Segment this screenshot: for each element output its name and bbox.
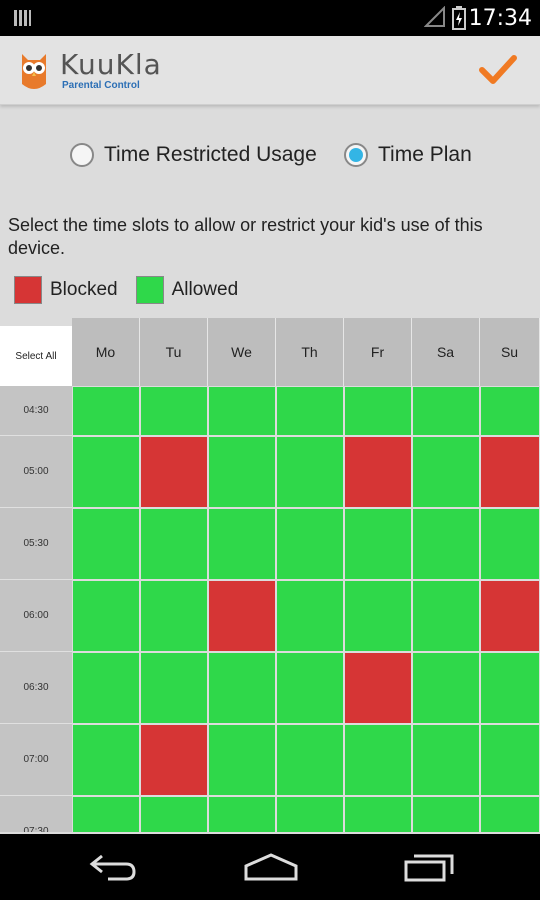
allowed-slot[interactable] [413,653,479,723]
allowed-slot[interactable] [481,509,539,579]
blocked-slot[interactable] [141,725,207,795]
allowed-slot[interactable] [73,437,139,507]
allowed-slot[interactable] [481,797,539,832]
allowed-slot[interactable] [481,387,539,435]
time-slot-label[interactable]: 06:30 [0,652,72,724]
allowed-slot[interactable] [141,581,207,651]
allowed-slot[interactable] [209,653,275,723]
blocked-swatch [14,276,42,304]
day-header-fr[interactable]: Fr [344,318,412,386]
app-subtitle: Parental Control [62,80,140,91]
allowed-slot[interactable] [345,797,411,832]
time-slot-label[interactable]: 07:30 [0,796,72,832]
confirm-check-icon[interactable] [478,52,518,88]
radio-label: Time Plan [378,143,472,166]
allowed-slot[interactable] [345,509,411,579]
radio-button[interactable] [70,143,94,167]
allowed-slot[interactable] [345,387,411,435]
allowed-slot[interactable] [345,725,411,795]
notification-icon [14,10,31,26]
navigation-bar [0,834,540,900]
allowed-slot[interactable] [413,581,479,651]
allowed-slot[interactable] [481,725,539,795]
blocked-slot[interactable] [209,581,275,651]
allowed-slot[interactable] [481,653,539,723]
back-icon[interactable] [88,852,138,882]
allowed-slot[interactable] [209,797,275,832]
allowed-slot[interactable] [209,387,275,435]
time-slot-label[interactable]: 05:30 [0,508,72,580]
status-bar: 17:34 [0,0,540,36]
time-slot-label[interactable]: 07:00 [0,724,72,796]
time-slot-label[interactable]: 06:00 [0,580,72,652]
allowed-slot[interactable] [141,653,207,723]
allowed-swatch [135,276,164,304]
home-icon[interactable] [244,852,298,882]
allowed-slot[interactable] [345,581,411,651]
day-header-sa[interactable]: Sa [412,318,480,386]
allowed-slot[interactable] [277,437,343,507]
allowed-slot[interactable] [141,509,207,579]
allowed-slot[interactable] [73,509,139,579]
allowed-slot[interactable] [413,509,479,579]
time-plan-grid: Select All Mo Tu We Th Fr Sa Su 04:30 05:00 05:30… [0,318,540,832]
allowed-slot[interactable] [209,437,275,507]
day-header-su[interactable]: Su [480,318,540,386]
blocked-slot[interactable] [345,653,411,723]
radio-label: Time Restricted Usage [104,143,317,166]
recents-icon[interactable] [404,852,456,882]
allowed-slot[interactable] [413,387,479,435]
allowed-slot[interactable] [413,797,479,832]
time-slot-label[interactable]: 04:30 [0,386,72,436]
allowed-slot[interactable] [413,725,479,795]
time-slot-label[interactable]: 05:00 [0,436,72,508]
legend: Blocked Allowed [14,275,246,305]
allowed-slot[interactable] [413,437,479,507]
action-bar: KuuKla Parental Control [0,36,540,105]
battery-icon [452,6,466,30]
allowed-slot[interactable] [141,797,207,832]
allowed-slot[interactable] [209,509,275,579]
radio-time-restricted[interactable]: Time Restricted Usage [70,135,317,175]
allowed-slot[interactable] [73,725,139,795]
allowed-slot[interactable] [277,725,343,795]
allowed-slot[interactable] [209,725,275,795]
allowed-label: Allowed [171,279,239,300]
mode-selector: Time Restricted Usage Time Plan [0,135,540,175]
blocked-label: Blocked [50,279,118,300]
select-all-button[interactable]: Select All [0,326,72,386]
allowed-slot[interactable] [277,797,343,832]
day-header-we[interactable]: We [208,318,276,386]
instructions-text: Select the time slots to allow or restri… [8,215,483,258]
blocked-slot[interactable] [481,437,539,507]
allowed-slot[interactable] [73,581,139,651]
blocked-slot[interactable] [481,581,539,651]
allowed-slot[interactable] [73,797,139,832]
app-brand: KuuKla [60,48,162,81]
allowed-slot[interactable] [277,653,343,723]
owl-logo-icon [22,54,46,89]
day-header-th[interactable]: Th [276,318,344,386]
clock: 17:34 [468,6,532,31]
day-header-mo[interactable]: Mo [72,318,140,386]
blocked-slot[interactable] [141,437,207,507]
allowed-slot[interactable] [73,387,139,435]
radio-time-plan[interactable]: Time Plan [344,135,472,175]
allowed-slot[interactable] [277,509,343,579]
allowed-slot[interactable] [277,387,343,435]
day-header-tu[interactable]: Tu [140,318,208,386]
radio-button[interactable] [344,143,368,167]
allowed-slot[interactable] [141,387,207,435]
blocked-slot[interactable] [345,437,411,507]
allowed-slot[interactable] [277,581,343,651]
signal-icon [424,6,445,27]
allowed-slot[interactable] [73,653,139,723]
